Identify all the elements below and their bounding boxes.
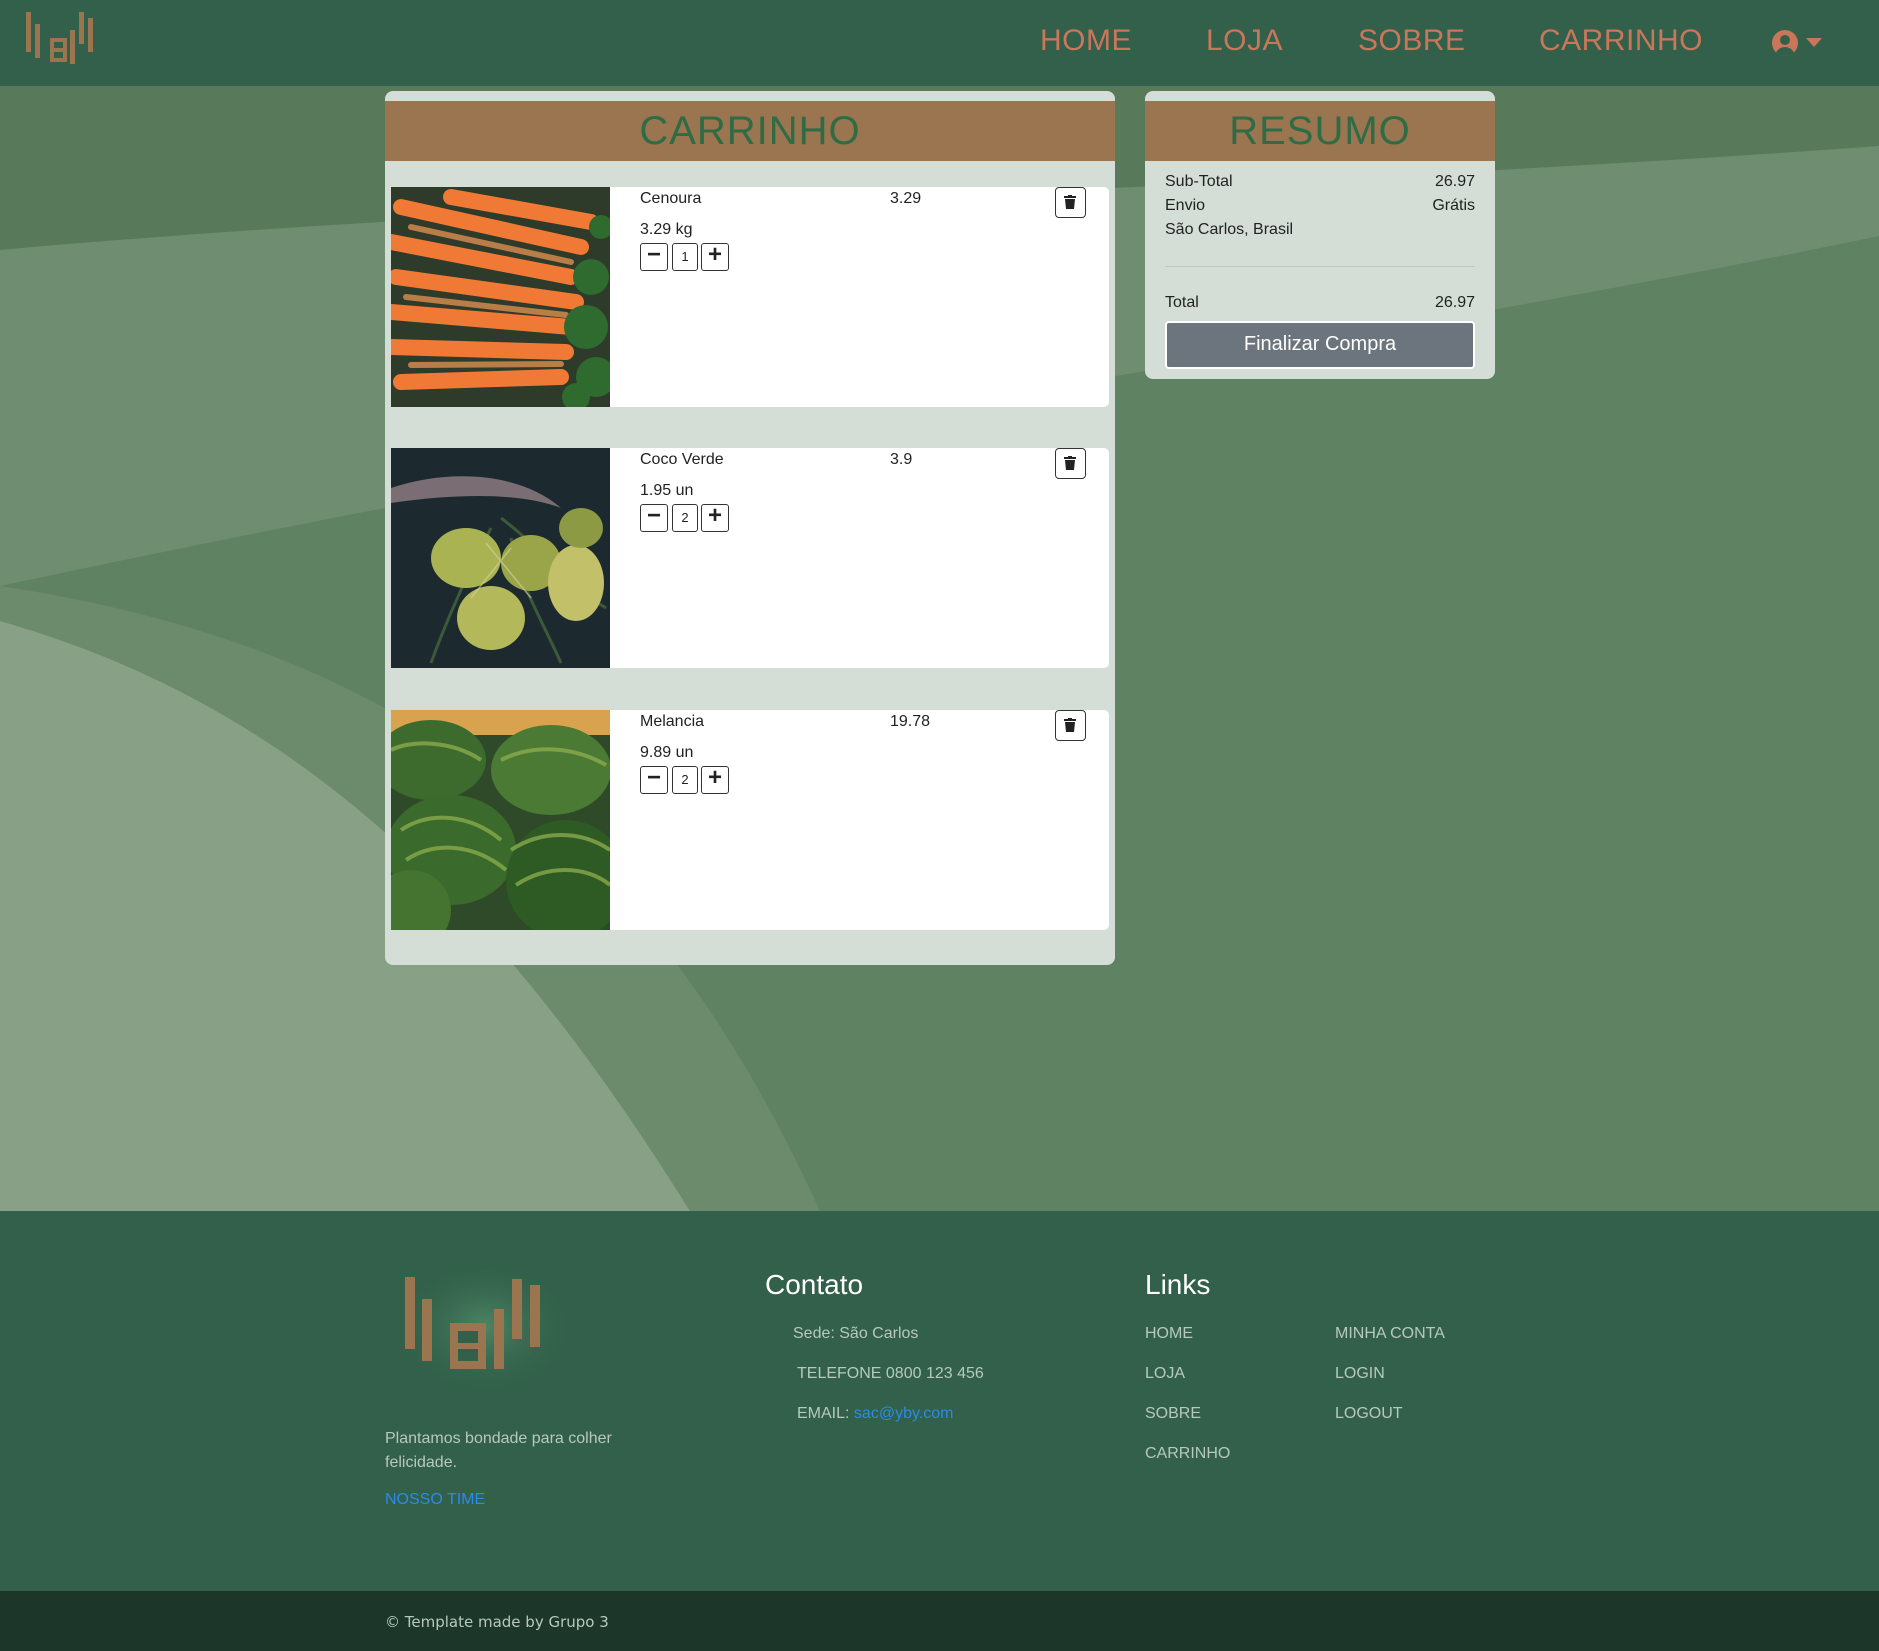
logo[interactable] (22, 10, 108, 74)
qty-increase-button[interactable]: + (701, 766, 729, 794)
cart-item: Melancia 19.78 9.89 un − 2 + (391, 710, 1109, 930)
footer-link-logout[interactable]: LOGOUT (1335, 1405, 1403, 1423)
summary-divider (1165, 266, 1475, 267)
footer-logo (400, 1271, 570, 1398)
trash-icon (1064, 195, 1076, 209)
subtotal-row: Sub-Total 26.97 (1165, 173, 1475, 191)
cart-item: Coco Verde 3.9 1.95 un − 2 + (391, 448, 1109, 668)
footer-link-home[interactable]: HOME (1145, 1325, 1193, 1343)
nav-carrinho[interactable]: CARRINHO (1539, 24, 1703, 58)
total-row: Total 26.97 (1165, 294, 1475, 312)
qty-input[interactable]: 2 (672, 766, 698, 794)
remove-item-button[interactable] (1055, 448, 1086, 479)
nav-sobre[interactable]: SOBRE (1358, 24, 1466, 58)
checkout-button[interactable]: Finalizar Compra (1165, 321, 1475, 369)
qty-increase-button[interactable]: + (701, 504, 729, 532)
footer-link-minha-conta[interactable]: MINHA CONTA (1335, 1325, 1445, 1343)
carrots-photo (391, 187, 610, 407)
contact-email-label: EMAIL: (797, 1405, 850, 1422)
coconut-photo (391, 448, 610, 668)
team-link[interactable]: NOSSO TIME (385, 1491, 485, 1509)
contact-heading: Contato (765, 1269, 864, 1300)
trash-icon (1064, 718, 1076, 732)
copyright-bar: © Template made by Grupo 3 (0, 1591, 1879, 1651)
user-circle-icon (1772, 30, 1798, 56)
footer-link-sobre[interactable]: SOBRE (1145, 1405, 1201, 1423)
caret-down-icon (1806, 38, 1822, 47)
item-name: Melancia (640, 713, 705, 730)
footer-link-loja[interactable]: LOJA (1145, 1365, 1185, 1383)
remove-item-button[interactable] (1055, 710, 1086, 741)
cart-item: Cenoura 3.29 3.29 kg − 1 + (391, 187, 1109, 407)
footer-link-carrinho[interactable]: CARRINHO (1145, 1445, 1230, 1463)
footer: Plantamos bondade para colher felicidade… (0, 1211, 1879, 1591)
contact-phone: TELEFONE 0800 123 456 (797, 1365, 984, 1382)
qty-increase-button[interactable]: + (701, 243, 729, 271)
item-name: Cenoura (640, 190, 702, 207)
total-value: 26.97 (1434, 294, 1475, 311)
qty-decrease-button[interactable]: − (640, 243, 668, 271)
shipping-value: Grátis (1432, 197, 1475, 214)
summary-title: RESUMO (1145, 101, 1495, 161)
item-price: 19.78 (890, 713, 931, 730)
copyright-text: © Template made by Grupo 3 (385, 1613, 609, 1631)
item-price: 3.9 (890, 451, 913, 468)
shipping-label: Envio (1165, 197, 1206, 214)
summary-panel: RESUMO Sub-Total 26.97 Envio Grátis São … (1145, 91, 1495, 379)
email-link[interactable]: sac@yby.com (854, 1405, 954, 1422)
total-label: Total (1165, 294, 1199, 311)
footer-tagline: Plantamos bondade para colher felicidade… (385, 1430, 612, 1471)
item-unit-price: 3.29 kg (640, 221, 693, 238)
shipping-row: Envio Grátis (1165, 197, 1475, 215)
contact-email: EMAIL: sac@yby.com (797, 1405, 953, 1423)
qty-decrease-button[interactable]: − (640, 504, 668, 532)
item-unit-price: 1.95 un (640, 482, 694, 499)
qty-decrease-button[interactable]: − (640, 766, 668, 794)
cart-panel: CARRINHO Cenoura 3.29 3.29 kg − 1 + Coco… (385, 91, 1115, 965)
nav-home[interactable]: HOME (1040, 24, 1132, 58)
contact-address: Sede: São Carlos (793, 1325, 919, 1342)
top-navbar: HOME LOJA SOBRE CARRINHO (0, 0, 1879, 86)
shipping-location: São Carlos, Brasil (1165, 221, 1294, 238)
remove-item-button[interactable] (1055, 187, 1086, 218)
qty-input[interactable]: 2 (672, 504, 698, 532)
subtotal-value: 26.97 (1434, 173, 1475, 190)
subtotal-label: Sub-Total (1165, 173, 1233, 190)
qty-input[interactable]: 1 (672, 243, 698, 271)
item-unit-price: 9.89 un (640, 744, 694, 761)
cart-title: CARRINHO (385, 101, 1115, 161)
footer-link-login[interactable]: LOGIN (1335, 1365, 1385, 1383)
user-menu-dropdown[interactable] (1772, 30, 1828, 60)
nav-loja[interactable]: LOJA (1206, 24, 1283, 58)
watermelon-photo (391, 710, 610, 930)
item-price: 3.29 (890, 190, 922, 207)
item-name: Coco Verde (640, 451, 724, 468)
links-heading: Links (1145, 1269, 1211, 1300)
trash-icon (1064, 456, 1076, 470)
